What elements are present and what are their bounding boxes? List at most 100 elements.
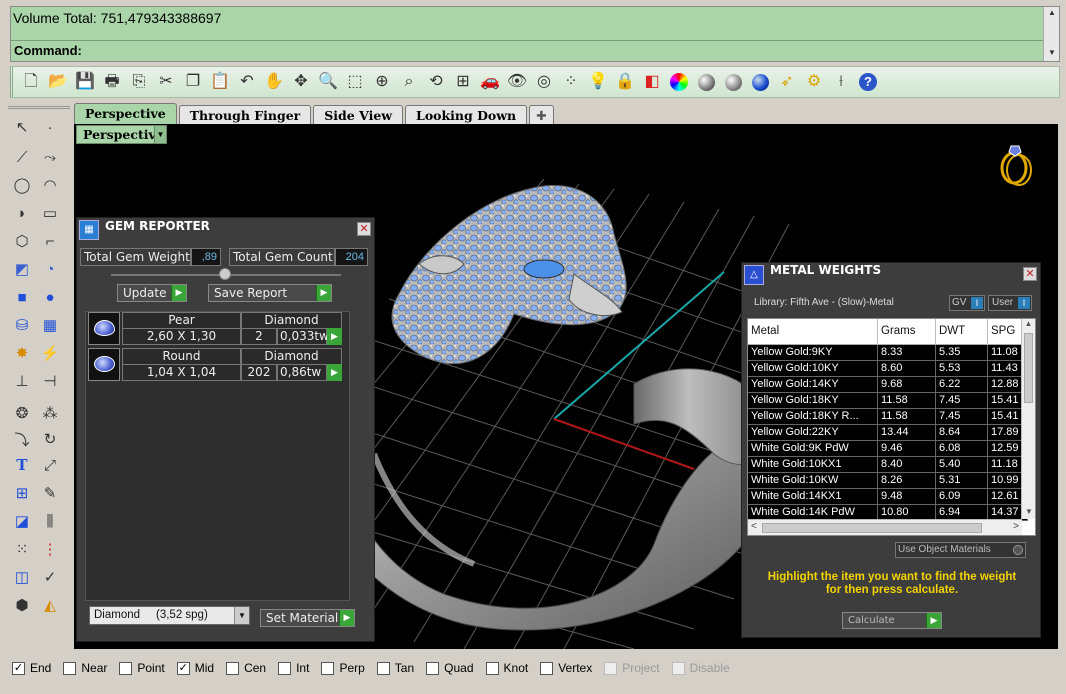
checkbox[interactable]: [119, 661, 133, 675]
gear-icon[interactable]: ⚙: [802, 70, 826, 94]
table-row[interactable]: Yellow Gold:9KY 8.33 5.35 11.08: [748, 345, 1028, 361]
point-icon[interactable]: ·: [38, 115, 62, 139]
dimension-linear-icon[interactable]: ⫼: [38, 509, 62, 533]
fillet-icon[interactable]: ⌐: [38, 229, 62, 253]
blue-sphere-icon[interactable]: [748, 70, 772, 94]
osnap-quad[interactable]: Quad: [424, 661, 474, 675]
checkbox[interactable]: [485, 661, 499, 675]
cylinder-icon[interactable]: ⛁: [10, 313, 34, 337]
solid-edit-icon[interactable]: ◪: [10, 509, 34, 533]
close-icon[interactable]: ✕: [1023, 267, 1037, 281]
edit-icon[interactable]: ✎: [38, 481, 62, 505]
group-icon[interactable]: ❂: [10, 401, 34, 425]
zoom-extents-icon[interactable]: ⊕: [370, 70, 394, 94]
shell-icon[interactable]: ◫: [10, 565, 34, 589]
checkbox[interactable]: [226, 661, 240, 675]
table-row[interactable]: White Gold:9K PdW 9.46 6.08 12.59: [748, 441, 1028, 457]
gem-play-icon[interactable]: ▶: [327, 364, 342, 381]
osnap-end[interactable]: ✓ End: [10, 661, 51, 675]
tab-perspective[interactable]: Perspective: [74, 103, 177, 125]
table-row[interactable]: White Gold:14KX1 9.48 6.09 12.61: [748, 489, 1028, 505]
check-icon[interactable]: ✓: [38, 565, 62, 589]
update-button[interactable]: Update ▶: [117, 284, 187, 302]
eye-icon[interactable]: 👁: [505, 70, 529, 94]
checkbox[interactable]: [321, 661, 335, 675]
table-row[interactable]: Yellow Gold:18KY 11.58 7.45 15.41: [748, 393, 1028, 409]
cursor-pick-icon[interactable]: ➶: [775, 70, 799, 94]
ellipse-icon[interactable]: ◗: [10, 201, 34, 225]
table-row[interactable]: Yellow Gold:18KY R... 11.58 7.45 15.41: [748, 409, 1028, 425]
gv-toggle[interactable]: GV I: [949, 295, 985, 311]
osnap-knot[interactable]: Knot: [484, 661, 528, 675]
text-icon[interactable]: T: [10, 453, 34, 477]
viewport-menu-chevron-icon[interactable]: ▼: [154, 125, 167, 144]
render-icon[interactable]: ◭: [38, 593, 62, 617]
array-icon[interactable]: ⊞: [10, 481, 34, 505]
table-row[interactable]: Yellow Gold:22KY 13.44 8.64 17.89: [748, 425, 1028, 441]
ungroup-icon[interactable]: ⁂: [38, 401, 62, 425]
grid-array-icon[interactable]: ⁙: [10, 537, 34, 561]
mesh-icon[interactable]: ▦: [38, 313, 62, 337]
horizontal-scrollbar[interactable]: < >: [748, 519, 1022, 535]
scroll-thumb[interactable]: [1024, 333, 1033, 403]
tab-side-view[interactable]: Side View: [313, 105, 404, 125]
user-toggle[interactable]: User I: [988, 295, 1032, 311]
layers-icon[interactable]: ◧: [640, 70, 664, 94]
osnap-int[interactable]: Int: [276, 661, 309, 675]
rotate-view-icon[interactable]: ✥: [289, 70, 313, 94]
undo-view-icon[interactable]: ⟲: [424, 70, 448, 94]
command-line[interactable]: Command:: [11, 40, 1043, 62]
box-solid-icon[interactable]: ■: [10, 285, 34, 309]
select-arrow-icon[interactable]: ↖: [10, 115, 34, 139]
boolean-icon[interactable]: ⚡: [38, 341, 62, 365]
render-sphere-icon[interactable]: [694, 70, 718, 94]
polyline-icon[interactable]: ⟋: [10, 145, 34, 169]
scroll-up-icon[interactable]: ▲: [1044, 7, 1060, 19]
color-wheel-icon[interactable]: [667, 70, 691, 94]
zoom-window-icon[interactable]: ⬚: [343, 70, 367, 94]
scroll-left-icon[interactable]: <: [751, 521, 757, 532]
rectangle-icon[interactable]: ▭: [38, 201, 62, 225]
save-icon[interactable]: 💾: [73, 70, 97, 94]
polygon-icon[interactable]: ⬡: [10, 229, 34, 253]
dimension-icon[interactable]: ⟊: [829, 70, 853, 94]
pan-hand-icon[interactable]: ✋: [262, 70, 286, 94]
analyze-icon[interactable]: ⬢: [10, 593, 34, 617]
copy-icon[interactable]: ❐: [181, 70, 205, 94]
import-icon[interactable]: ⎘: [127, 70, 151, 94]
scroll-down-icon[interactable]: ▼: [1044, 47, 1060, 59]
table-row[interactable]: White Gold:10KX1 8.40 5.40 11.18: [748, 457, 1028, 473]
calculate-button[interactable]: Calculate ▶: [842, 612, 942, 629]
zoom-selected-icon[interactable]: ⌕: [397, 70, 421, 94]
tab-looking-down[interactable]: Looking Down: [405, 105, 528, 125]
checkbox[interactable]: [278, 661, 292, 675]
curve-icon[interactable]: ⤳: [38, 145, 62, 169]
target-icon[interactable]: ◎: [532, 70, 556, 94]
command-scrollbar[interactable]: ▲ ▼: [1043, 7, 1059, 61]
zoom-dynamic-icon[interactable]: 🔍: [316, 70, 340, 94]
rotate-icon[interactable]: ↻: [38, 427, 62, 451]
osnap-near[interactable]: Near: [61, 661, 107, 675]
cut-icon[interactable]: ✂: [154, 70, 178, 94]
open-folder-icon[interactable]: 📂: [46, 70, 70, 94]
scroll-up-icon[interactable]: ▲: [1022, 319, 1035, 331]
splitter-handle[interactable]: [219, 268, 231, 280]
car-icon[interactable]: 🚗: [478, 70, 502, 94]
osnap-cen[interactable]: Cen: [224, 661, 266, 675]
arc-icon[interactable]: ◠: [38, 173, 62, 197]
vertical-scrollbar[interactable]: ▲ ▼: [1021, 319, 1035, 519]
viewport-title[interactable]: Perspective: [76, 125, 166, 144]
sphere-solid-icon[interactable]: ●: [38, 285, 62, 309]
explode-icon[interactable]: ✸: [10, 341, 34, 365]
save-report-button[interactable]: Save Report ▶: [208, 284, 332, 302]
table-row[interactable]: Yellow Gold:10KY 8.60 5.53 11.43: [748, 361, 1028, 377]
osnap-perp[interactable]: Perp: [319, 661, 365, 675]
rendered-sphere-icon[interactable]: [721, 70, 745, 94]
checkbox[interactable]: ✓: [176, 661, 190, 675]
column-header-metal[interactable]: Metal: [748, 319, 878, 345]
osnap-mid[interactable]: ✓ Mid: [175, 661, 214, 675]
checkbox[interactable]: [540, 661, 554, 675]
osnap-tan[interactable]: Tan: [375, 661, 414, 675]
paste-icon[interactable]: 📋: [208, 70, 232, 94]
undo-icon[interactable]: ↶: [235, 70, 259, 94]
